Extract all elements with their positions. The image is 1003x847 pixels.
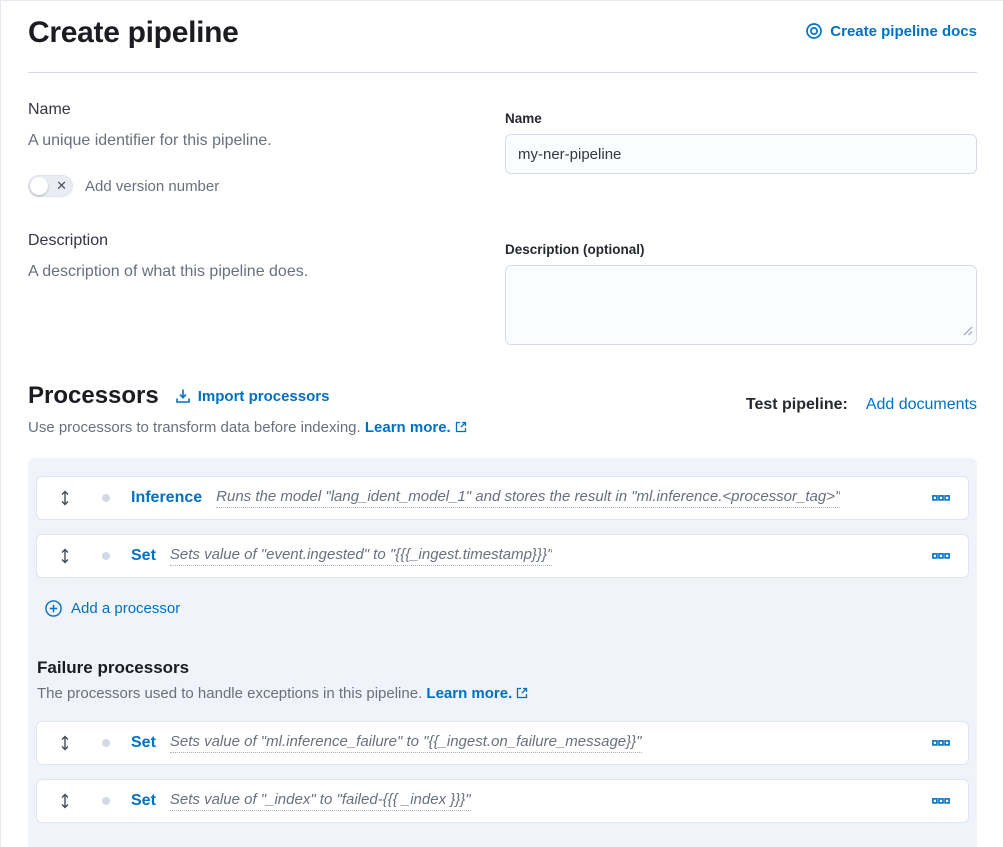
add-processor-button[interactable]: Add a processor — [45, 600, 180, 617]
external-link-icon — [516, 686, 528, 703]
name-group-help: A unique identifier for this pipeline. — [28, 130, 465, 152]
processors-header: Processors Import processors Use process… — [28, 382, 977, 437]
processors-learn-more-link[interactable]: Learn more. — [365, 419, 467, 436]
failure-processors-heading: Failure processors — [37, 658, 969, 678]
name-form-group: Name A unique identifier for this pipeli… — [28, 101, 977, 197]
toggle-track: ✕ — [28, 175, 73, 197]
add-processor-label: Add a processor — [71, 600, 180, 617]
documentation-icon — [805, 22, 823, 40]
failure-subtitle-text: The processors used to handle exceptions… — [37, 685, 422, 702]
create-pipeline-docs-link[interactable]: Create pipeline docs — [805, 22, 977, 40]
import-processors-link[interactable]: Import processors — [175, 388, 330, 405]
add-version-toggle[interactable]: ✕ Add version number — [28, 175, 465, 197]
test-pipeline-label: Test pipeline: — [746, 396, 848, 414]
drag-handle-icon[interactable] — [59, 793, 71, 809]
drag-handle-icon[interactable] — [59, 548, 71, 564]
processor-description: Sets value of "_index" to "failed-{{{ _i… — [170, 791, 471, 811]
processor-description: Sets value of "ml.inference_failure" to … — [170, 733, 642, 753]
name-field-label: Name — [505, 111, 977, 126]
drag-handle-icon[interactable] — [59, 735, 71, 751]
processor-name-link[interactable]: Set — [131, 792, 156, 810]
processor-row: Set Sets value of "event.ingested" to "{… — [36, 534, 969, 578]
processor-description: Runs the model "lang_ident_model_1" and … — [216, 488, 840, 508]
toggle-knob — [30, 177, 48, 195]
processor-menu-button[interactable] — [928, 788, 954, 814]
page-header: Create pipeline Create pipeline docs — [28, 13, 977, 53]
learn-more-label: Learn more. — [426, 685, 512, 702]
test-pipeline-block: Test pipeline: Add documents — [746, 396, 977, 414]
page-frame: Create pipeline Create pipeline docs Nam… — [0, 0, 1003, 847]
processors-subtitle-text: Use processors to transform data before … — [28, 419, 361, 436]
processor-row: Inference Runs the model "lang_ident_mod… — [36, 476, 969, 520]
processor-name-link[interactable]: Set — [131, 547, 156, 565]
description-group-label: Description — [28, 232, 465, 250]
pipeline-description-textarea[interactable] — [505, 265, 977, 345]
learn-more-label: Learn more. — [365, 419, 451, 436]
toggle-off-cross-icon: ✕ — [56, 178, 67, 194]
external-link-icon — [455, 420, 467, 437]
processor-state-dot — [102, 739, 110, 747]
processor-state-dot — [102, 552, 110, 560]
failure-processor-row: Set Sets value of "_index" to "failed-{{… — [36, 779, 969, 823]
failure-learn-more-link[interactable]: Learn more. — [426, 685, 528, 702]
processor-name-link[interactable]: Set — [131, 734, 156, 752]
description-group-help: A description of what this pipeline does… — [28, 261, 465, 283]
failure-processors-subtitle: The processors used to handle exceptions… — [37, 685, 969, 703]
description-field-label: Description (optional) — [505, 242, 977, 257]
docs-link-label: Create pipeline docs — [830, 23, 977, 40]
name-group-label: Name — [28, 101, 465, 119]
header-divider — [28, 72, 977, 73]
import-icon — [175, 388, 191, 404]
processor-menu-button[interactable] — [928, 730, 954, 756]
page-title: Create pipeline — [28, 13, 239, 53]
drag-handle-icon[interactable] — [59, 490, 71, 506]
add-version-toggle-label: Add version number — [85, 178, 219, 195]
import-processors-label: Import processors — [198, 388, 330, 405]
processor-state-dot — [102, 494, 110, 502]
description-form-group: Description A description of what this p… — [28, 232, 977, 345]
add-documents-link[interactable]: Add documents — [866, 396, 977, 414]
pipeline-name-input[interactable] — [505, 134, 977, 174]
plus-circle-icon — [45, 600, 62, 617]
processors-panel: Inference Runs the model "lang_ident_mod… — [28, 458, 977, 847]
processors-heading: Processors — [28, 382, 159, 410]
processor-menu-button[interactable] — [928, 485, 954, 511]
processor-state-dot — [102, 797, 110, 805]
processor-description: Sets value of "event.ingested" to "{{{_i… — [170, 546, 552, 566]
processor-menu-button[interactable] — [928, 543, 954, 569]
failure-processor-row: Set Sets value of "ml.inference_failure"… — [36, 721, 969, 765]
processor-name-link[interactable]: Inference — [131, 489, 202, 507]
processors-subtitle: Use processors to transform data before … — [28, 419, 467, 437]
